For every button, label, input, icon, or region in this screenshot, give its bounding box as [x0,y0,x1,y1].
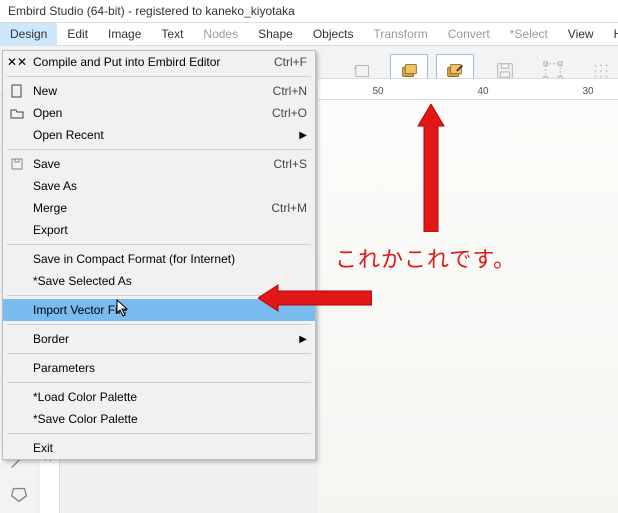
menu-item-load-palette[interactable]: *Load Color Palette [3,386,315,408]
menu-shape[interactable]: Shape [248,23,303,45]
menu-text[interactable]: Text [151,23,193,45]
menu-objects[interactable]: Objects [303,23,364,45]
title-bar: Embird Studio (64-bit) - registered to k… [0,0,618,23]
open-folder-icon [9,105,25,121]
menu-separator [7,76,311,77]
menu-help[interactable]: Help [604,23,618,45]
menu-separator [7,149,311,150]
menu-transform[interactable]: Transform [364,23,438,45]
menu-item-exit[interactable]: Exit [3,437,315,459]
menu-item-compile[interactable]: ✕✕ Compile and Put into Embird Editor Ct… [3,51,315,73]
polygon-icon [8,483,30,505]
app-title: Embird Studio (64-bit) - registered to k… [8,4,295,18]
annotation-text: これかこれです。 [335,242,516,274]
menu-item-export[interactable]: Export [3,219,315,241]
menu-bar: Design Edit Image Text Nodes Shape Objec… [0,23,618,45]
ruler-tick-30: 30 [582,86,593,97]
menu-convert[interactable]: Convert [438,23,500,45]
menu-item-save-as[interactable]: Save As [3,175,315,197]
menu-item-new[interactable]: New Ctrl+N [3,80,315,102]
menu-separator [7,382,311,383]
menu-item-save-compact[interactable]: Save in Compact Format (for Internet) [3,248,315,270]
new-file-icon [9,83,25,99]
menu-item-border[interactable]: Border ▶ [3,328,315,350]
app-window: Embird Studio (64-bit) - registered to k… [0,0,618,513]
menu-view[interactable]: View [558,23,604,45]
menu-item-open[interactable]: Open Ctrl+O [3,102,315,124]
menu-item-save-palette[interactable]: *Save Color Palette [3,408,315,430]
menu-separator [7,353,311,354]
ruler-tick-50: 50 [372,86,383,97]
menu-item-open-recent[interactable]: Open Recent ▶ [3,124,315,146]
menu-item-parameters[interactable]: Parameters [3,357,315,379]
menu-edit[interactable]: Edit [57,23,98,45]
menu-design[interactable]: Design [0,23,57,45]
ruler-horizontal: 50 40 30 [318,78,618,100]
menu-select[interactable]: *Select [500,23,558,45]
menu-image[interactable]: Image [98,23,151,45]
menu-item-save[interactable]: Save Ctrl+S [3,153,315,175]
design-menu-dropdown: ✕✕ Compile and Put into Embird Editor Ct… [2,50,316,460]
annotation-arrow-up [416,104,446,232]
compile-icon: ✕✕ [9,54,25,70]
shape-tool-button[interactable] [4,479,34,509]
menu-separator [7,244,311,245]
save-icon [9,156,25,172]
ruler-tick-40: 40 [477,86,488,97]
menu-separator [7,433,311,434]
submenu-arrow-icon: ▶ [299,130,307,141]
menu-nodes[interactable]: Nodes [193,23,248,45]
submenu-arrow-icon: ▶ [299,334,307,345]
menu-separator [7,324,311,325]
menu-item-merge[interactable]: Merge Ctrl+M [3,197,315,219]
annotation-arrow-left [258,283,372,313]
